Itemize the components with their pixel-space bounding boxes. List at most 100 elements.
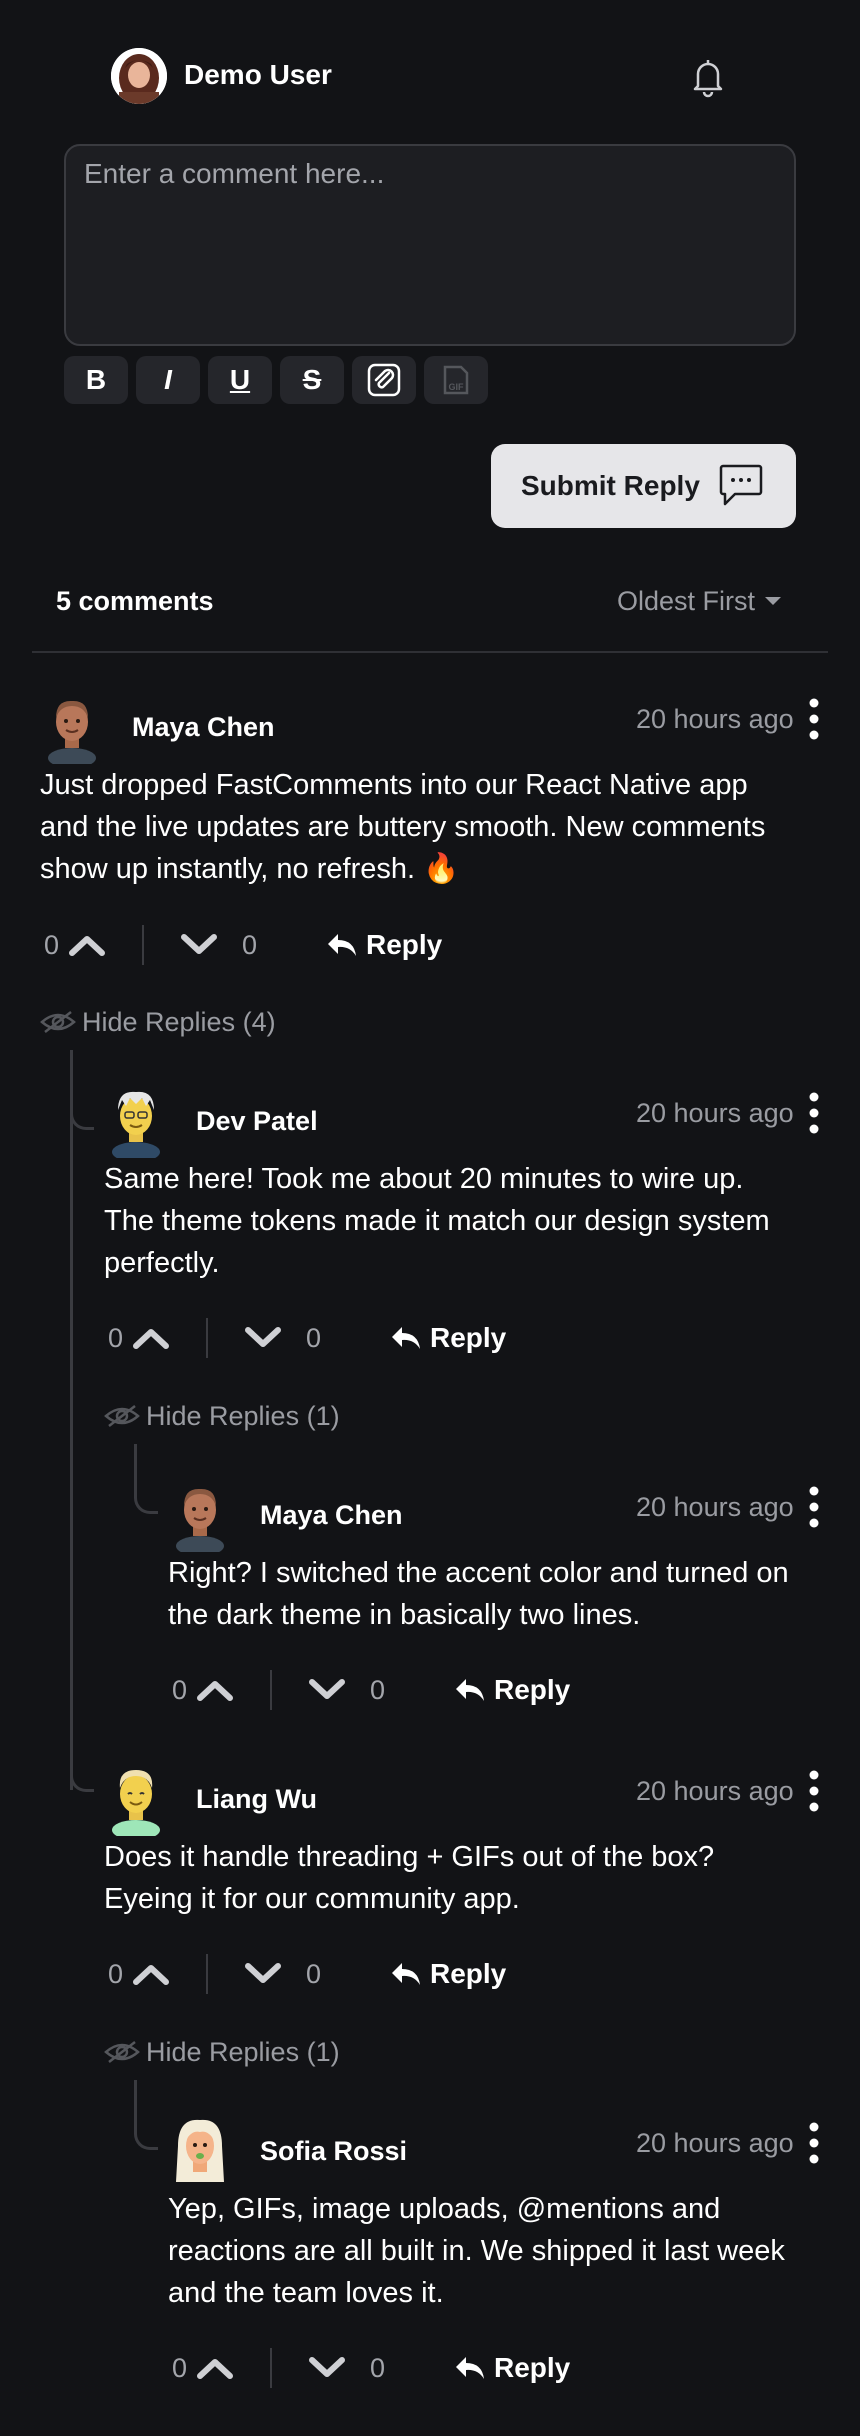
comment-line: Same here! Took me about 20 minutes to w… bbox=[104, 1163, 744, 1195]
reply-button[interactable]: Reply bbox=[390, 1322, 506, 1354]
gif-button[interactable]: GIF bbox=[424, 356, 488, 404]
vote-row: 0 0 Reply bbox=[44, 917, 442, 973]
reply-button[interactable]: Reply bbox=[454, 2352, 570, 2384]
comment-date: 20 hours ago bbox=[636, 1776, 794, 1806]
reply-icon bbox=[392, 1327, 420, 1349]
eye-slash-icon bbox=[104, 1405, 140, 1427]
submit-reply-button[interactable]: Submit Reply bbox=[491, 444, 796, 528]
more-options-icon[interactable] bbox=[809, 2122, 819, 2164]
underline-button[interactable]: U bbox=[208, 356, 272, 404]
vote-row: 0 0 Reply bbox=[108, 1310, 506, 1366]
upvote-icon[interactable] bbox=[68, 933, 106, 957]
italic-button[interactable]: I bbox=[136, 356, 200, 404]
eye-slash-icon bbox=[40, 1011, 76, 1033]
upvote-icon[interactable] bbox=[132, 1962, 170, 1986]
upvote-count: 0 bbox=[108, 1322, 124, 1353]
comment-body: Yep, GIFs, image uploads, @mentions and … bbox=[168, 2188, 785, 2314]
downvote-count: 0 bbox=[306, 1958, 322, 1989]
reply-button[interactable]: Reply bbox=[326, 929, 442, 961]
user-avatar[interactable] bbox=[111, 48, 167, 104]
reply-icon bbox=[392, 1963, 420, 1985]
reply-button[interactable]: Reply bbox=[390, 1958, 506, 1990]
vote-separator bbox=[142, 925, 144, 965]
comment-line: and the team loves it. bbox=[168, 2277, 444, 2309]
caret-down-icon bbox=[765, 597, 782, 605]
avatar[interactable] bbox=[104, 1764, 168, 1840]
vote-separator bbox=[206, 1954, 208, 1994]
avatar[interactable] bbox=[168, 2116, 232, 2188]
comment-date: 20 hours ago bbox=[636, 2128, 794, 2158]
upvote-count: 0 bbox=[108, 1958, 124, 1989]
comment-input[interactable]: Enter a comment here... bbox=[64, 144, 796, 346]
reply-icon bbox=[456, 1679, 484, 1701]
attach-image-button[interactable] bbox=[352, 356, 416, 404]
hide-replies-label: Hide Replies (1) bbox=[146, 1401, 340, 1431]
downvote-icon[interactable] bbox=[308, 1678, 346, 1702]
avatar[interactable] bbox=[40, 692, 104, 768]
comment-line: The theme tokens made it match our desig… bbox=[104, 1205, 770, 1237]
hide-replies-label: Hide Replies (4) bbox=[82, 1007, 276, 1037]
comment-line: and the live updates are buttery smooth.… bbox=[40, 811, 766, 843]
comment-line: Just dropped FastComments into our React… bbox=[40, 769, 748, 801]
submit-reply-label: Submit Reply bbox=[521, 470, 700, 501]
thread-connector bbox=[134, 1444, 158, 1514]
upvote-icon[interactable] bbox=[196, 2356, 234, 2380]
more-options-icon[interactable] bbox=[809, 1770, 819, 1812]
bold-button[interactable]: B bbox=[64, 356, 128, 404]
strikethrough-label: S bbox=[302, 364, 322, 395]
comment-body: Same here! Took me about 20 minutes to w… bbox=[104, 1158, 770, 1284]
hide-replies-toggle[interactable]: Hide Replies (1) bbox=[104, 2035, 340, 2069]
downvote-icon[interactable] bbox=[244, 1326, 282, 1350]
divider bbox=[32, 651, 828, 653]
avatar[interactable] bbox=[104, 1086, 168, 1162]
comment-line: perfectly. bbox=[104, 1247, 220, 1279]
downvote-count: 0 bbox=[306, 1322, 322, 1353]
comment-author[interactable]: Liang Wu bbox=[196, 1782, 317, 1816]
thread-connector bbox=[134, 2080, 158, 2150]
comment-author[interactable]: Dev Patel bbox=[196, 1104, 318, 1138]
reply-button[interactable]: Reply bbox=[454, 1674, 570, 1706]
sort-dropdown[interactable]: Oldest First bbox=[617, 584, 783, 618]
comment-author[interactable]: Maya Chen bbox=[132, 710, 275, 744]
downvote-icon[interactable] bbox=[244, 1962, 282, 1986]
downvote-count: 0 bbox=[370, 2352, 386, 2383]
upvote-icon[interactable] bbox=[196, 1678, 234, 1702]
reply-label: Reply bbox=[494, 1674, 571, 1705]
strikethrough-button[interactable]: S bbox=[280, 356, 344, 404]
gif-icon: GIF bbox=[443, 365, 469, 395]
comment-body: Just dropped FastComments into our React… bbox=[40, 764, 765, 890]
downvote-icon[interactable] bbox=[180, 933, 218, 957]
paperclip-icon bbox=[367, 363, 401, 397]
more-options-icon[interactable] bbox=[809, 698, 819, 740]
comment-date: 20 hours ago bbox=[636, 1492, 794, 1522]
more-options-icon[interactable] bbox=[809, 1092, 819, 1134]
thread-connector bbox=[70, 1050, 94, 1130]
downvote-count: 0 bbox=[370, 1674, 386, 1705]
comment-line: the dark theme in basically two lines. bbox=[168, 1599, 641, 1631]
hide-replies-toggle[interactable]: Hide Replies (4) bbox=[40, 1005, 276, 1039]
reply-label: Reply bbox=[430, 1958, 507, 1989]
vote-row: 0 0 Reply bbox=[172, 1662, 570, 1718]
hide-replies-toggle[interactable]: Hide Replies (1) bbox=[104, 1399, 340, 1433]
comment-body: Does it handle threading + GIFs out of t… bbox=[104, 1836, 714, 1920]
upvote-count: 0 bbox=[172, 2352, 188, 2383]
reply-label: Reply bbox=[430, 1322, 507, 1353]
comment-author[interactable]: Sofia Rossi bbox=[260, 2134, 407, 2168]
downvote-icon[interactable] bbox=[308, 2356, 346, 2380]
vote-row: 0 0 Reply bbox=[108, 1946, 506, 2002]
vote-separator bbox=[270, 1670, 272, 1710]
comment-body: Right? I switched the accent color and t… bbox=[168, 1552, 789, 1636]
avatar[interactable] bbox=[168, 1480, 232, 1556]
bold-label: B bbox=[85, 364, 107, 395]
comment-author[interactable]: Maya Chen bbox=[260, 1498, 403, 1532]
more-options-icon[interactable] bbox=[809, 1486, 819, 1528]
sort-label: Oldest First bbox=[617, 586, 756, 616]
chat-bubble-icon bbox=[719, 464, 763, 506]
formatting-toolbar: B I U S GIF bbox=[64, 356, 488, 404]
reply-icon bbox=[456, 2357, 484, 2379]
thread-connector bbox=[70, 1720, 94, 1792]
comment-line: reactions are all built in. We shipped i… bbox=[168, 2235, 785, 2267]
bell-icon[interactable] bbox=[684, 52, 732, 100]
upvote-icon[interactable] bbox=[132, 1326, 170, 1350]
italic-label: I bbox=[164, 364, 172, 395]
